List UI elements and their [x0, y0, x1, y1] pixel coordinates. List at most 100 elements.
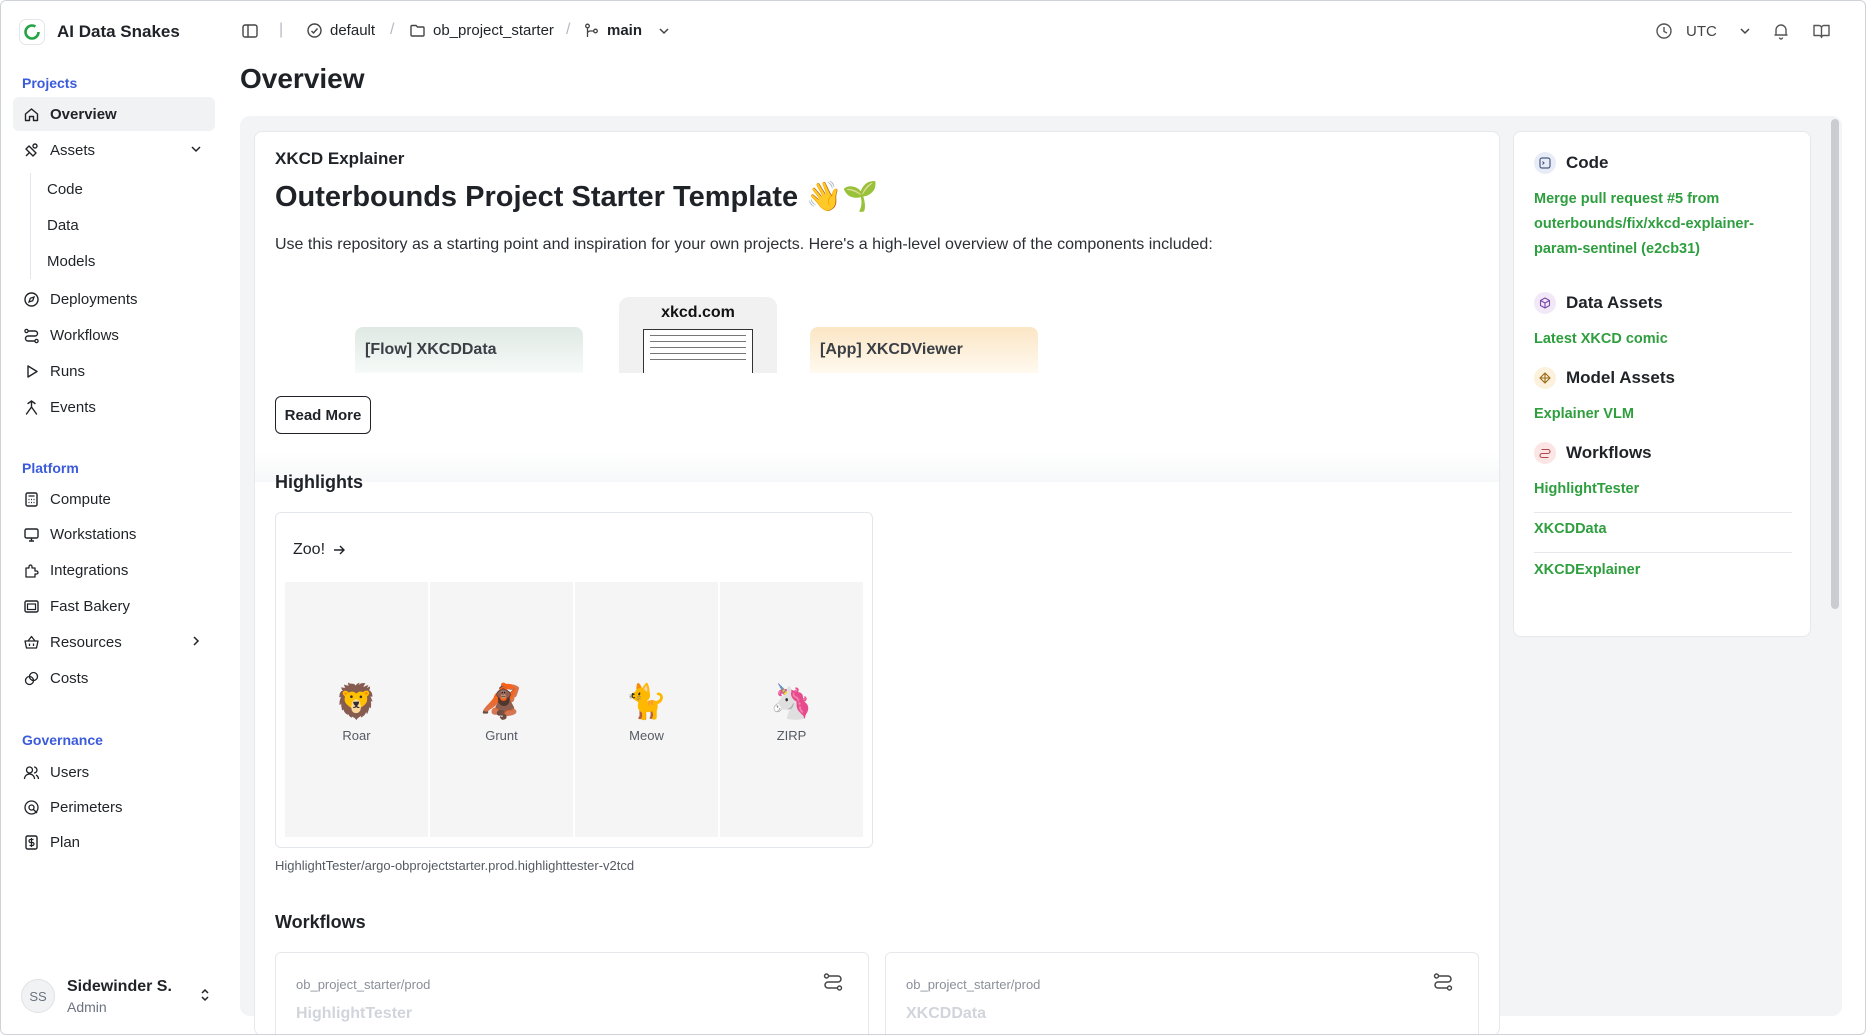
nav-item-runs[interactable]: Runs	[13, 354, 215, 388]
code-commit-line: outerbounds/fix/xkcd-explainer-	[1534, 216, 1754, 232]
nav-item-label: Runs	[50, 362, 86, 380]
zoo-cell: 🦁 Roar	[285, 582, 428, 837]
submenu-line	[30, 173, 31, 279]
nav-item-integrations[interactable]: Integrations	[13, 553, 215, 587]
workflow-name: XKCDData	[906, 1005, 987, 1022]
nav-subitem-code[interactable]: Code	[47, 176, 83, 202]
workflow-icon	[823, 973, 843, 991]
nav-item-label: Workstations	[50, 525, 137, 543]
model-icon	[1534, 367, 1556, 389]
diagram-xkcd-label: xkcd.com	[661, 304, 735, 321]
nav-item-events[interactable]: Events	[13, 390, 215, 424]
sidebar-toggle-icon[interactable]	[241, 22, 259, 40]
nav-item-compute[interactable]: Compute	[13, 482, 215, 516]
nav-item-label: Deployments	[50, 290, 138, 308]
workflow-card[interactable]: ob_project_starter/prod HighlightTester	[275, 952, 869, 1034]
workflows-header: Workflows	[1534, 442, 1652, 464]
chevron-right-icon[interactable]	[189, 634, 203, 648]
chevron-up-down-icon[interactable]	[199, 986, 211, 1004]
code-commit-line: Merge pull request #5 from	[1534, 191, 1720, 207]
zoo-cell-label: Roar	[342, 728, 371, 743]
comic-thumbnail	[643, 329, 753, 373]
monitor-icon	[22, 525, 40, 543]
brand[interactable]: AI Data Snakes	[19, 17, 180, 47]
chevron-down-icon[interactable]	[189, 142, 203, 156]
zoo-cell: 🦄 ZIRP	[720, 582, 863, 837]
nav-item-workflows[interactable]: Workflows	[13, 318, 215, 352]
model-assets-title: Model Assets	[1566, 368, 1675, 387]
timezone-label: UTC	[1686, 22, 1717, 40]
nav-section-governance: Governance	[22, 732, 103, 748]
workflow-link[interactable]: XKCDExplainer	[1534, 558, 1640, 583]
nav-item-deployments[interactable]: Deployments	[13, 282, 215, 316]
event-icon	[22, 398, 40, 416]
nav-item-label: Events	[50, 398, 96, 416]
zoo-cell-label: Meow	[629, 728, 664, 743]
diagram-app-node: [App] XKCDViewer	[810, 327, 1038, 373]
workflow-path: ob_project_starter/prod	[906, 977, 1041, 992]
workflow-icon	[22, 326, 40, 344]
workflow-link[interactable]: HighlightTester	[1534, 477, 1639, 502]
basket-icon	[22, 633, 40, 651]
nav-item-label: Overview	[50, 105, 117, 123]
highlight-card-title: Zoo!	[293, 541, 326, 558]
branch-selector[interactable]: main	[583, 22, 671, 39]
divider	[1534, 552, 1792, 553]
workflow-path: ob_project_starter/prod	[296, 977, 431, 992]
diagram-xkcd-node: xkcd.com	[619, 297, 777, 373]
read-more-button[interactable]: Read More	[275, 396, 371, 434]
nav-subitem-models[interactable]: Models	[47, 248, 95, 274]
highlight-card-title-link[interactable]: Zoo!	[293, 541, 346, 559]
cat-icon: 🐈	[625, 682, 668, 722]
nav-item-label: Integrations	[50, 561, 129, 579]
nav-subitem-data[interactable]: Data	[47, 212, 79, 238]
workflow-link[interactable]: XKCDData	[1534, 517, 1607, 542]
nav-item-label: Compute	[50, 490, 111, 508]
divider	[1534, 512, 1792, 513]
workspace-icon	[307, 23, 322, 38]
nav-item-label: Resources	[50, 633, 122, 651]
timezone-selector[interactable]: UTC	[1655, 22, 1752, 40]
cube-icon	[1534, 292, 1556, 314]
highlights-title: Highlights	[275, 472, 363, 492]
nav-item-overview[interactable]: Overview	[13, 97, 215, 131]
project-selector[interactable]: ob_project_starter	[409, 22, 554, 39]
highlight-card: Zoo! 🦁 Roar 🦧 Grunt 🐈 Meow 🦄 ZIRP	[275, 512, 873, 848]
nav-item-fast-bakery[interactable]: Fast Bakery	[13, 589, 215, 623]
clock-icon	[1656, 23, 1672, 39]
scrollbar[interactable]	[1831, 119, 1839, 609]
workspace-selector[interactable]: default	[306, 22, 375, 39]
workflow-card[interactable]: ob_project_starter/prod XKCDData	[885, 952, 1479, 1034]
breadcrumb-separator: /	[566, 21, 571, 38]
orangutan-icon: 🦧	[480, 682, 523, 722]
code-commit-link[interactable]: Merge pull request #5 from outerbounds/f…	[1534, 187, 1754, 262]
topbar: | default / ob_project_starter / main UT…	[227, 1, 1865, 61]
lion-icon: 🦁	[335, 682, 378, 722]
git-branch-icon	[585, 23, 598, 37]
project-assets-panel: Code Merge pull request #5 from outerbou…	[1513, 131, 1811, 637]
nav-item-plan[interactable]: Plan	[13, 825, 215, 859]
data-asset-link[interactable]: Latest XKCD comic	[1534, 327, 1668, 352]
brand-logo-icon	[19, 19, 45, 45]
page-title: Overview	[240, 63, 365, 94]
diagram-flow-node: [Flow] XKCDData	[355, 327, 583, 373]
nav-section-platform: Platform	[22, 460, 79, 476]
highlight-source-path: HighlightTester/argo-obprojectstarter.pr…	[275, 858, 635, 873]
bell-icon[interactable]	[1772, 22, 1790, 40]
nav-item-label: Workflows	[50, 326, 119, 344]
nav-item-resources[interactable]: Resources	[13, 625, 215, 659]
breadcrumb-separator: /	[390, 21, 395, 38]
book-icon[interactable]	[1812, 22, 1831, 40]
assets-icon	[22, 141, 40, 159]
nav-item-label: Assets	[50, 141, 96, 159]
project-label: ob_project_starter	[433, 22, 554, 39]
nav-item-assets[interactable]: Assets	[13, 133, 215, 167]
home-icon	[22, 105, 40, 123]
nav-item-costs[interactable]: Costs	[13, 661, 215, 695]
nav-item-users[interactable]: Users	[13, 755, 215, 789]
model-asset-link[interactable]: Explainer VLM	[1534, 402, 1634, 427]
nav-item-perimeters[interactable]: Perimeters	[13, 790, 215, 824]
workflows-title: Workflows	[275, 912, 366, 932]
nav-item-workstations[interactable]: Workstations	[13, 517, 215, 551]
user-menu[interactable]: SS Sidewinder S. Admin	[21, 971, 211, 1021]
